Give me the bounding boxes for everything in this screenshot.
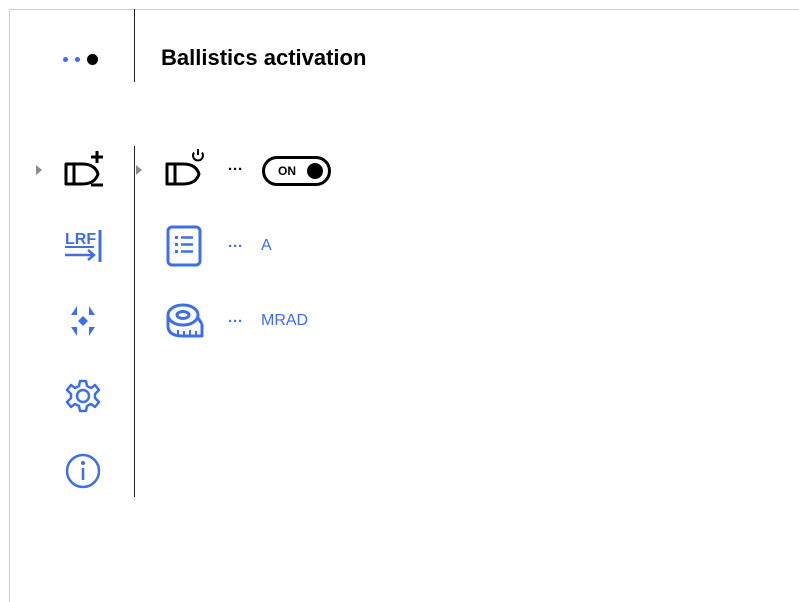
screen-frame <box>9 9 799 602</box>
page-dot <box>63 57 68 62</box>
sidebar-selection-caret <box>36 165 42 175</box>
ballistics-toggle[interactable]: ON <box>262 156 331 186</box>
header-divider <box>134 9 135 82</box>
lrf-icon[interactable]: LRF <box>64 228 108 264</box>
page-indicator[interactable] <box>63 54 98 65</box>
bullet-plus-minus-icon[interactable] <box>62 148 106 188</box>
row-ellipsis: ··· <box>228 238 243 255</box>
lrf-icon-label: LRF <box>65 231 96 248</box>
info-icon[interactable] <box>64 452 102 490</box>
list-document-icon[interactable] <box>166 225 202 267</box>
page-title: Ballistics activation <box>161 45 367 70</box>
crosshair-arrows-icon[interactable] <box>64 302 102 340</box>
bullet-power-icon <box>165 149 204 186</box>
submenu-caret <box>136 165 142 175</box>
profile-value[interactable]: A <box>261 237 272 255</box>
row-ellipsis: ··· <box>228 313 243 330</box>
row-ellipsis: ··· <box>228 161 243 178</box>
measuring-tape-icon[interactable] <box>164 302 206 340</box>
toggle-knob <box>307 163 323 179</box>
page-dot-active <box>87 54 98 65</box>
toggle-label: ON <box>278 164 296 178</box>
page-dot <box>75 57 80 62</box>
units-value[interactable]: MRAD <box>261 312 308 330</box>
sidebar-divider <box>134 146 135 497</box>
gear-icon[interactable] <box>65 378 101 414</box>
